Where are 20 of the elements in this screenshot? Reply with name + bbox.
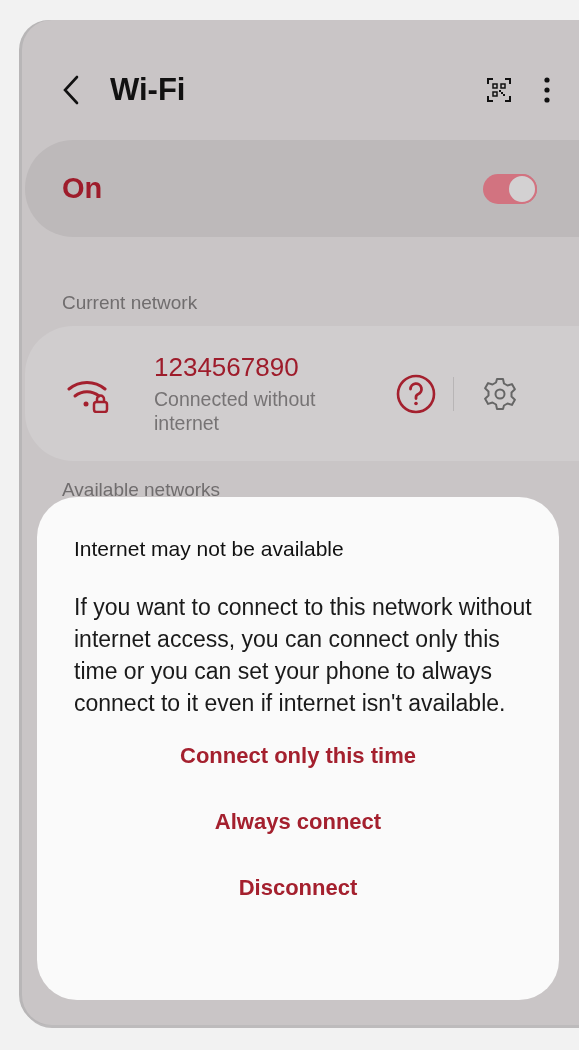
- section-heading: Current network: [61, 291, 199, 315]
- dialog-action-button[interactable]: Connect only this time: [170, 737, 426, 775]
- network-name: 1234567890: [154, 352, 300, 383]
- back-icon[interactable]: [62, 75, 80, 105]
- network-card[interactable]: 1234567890 Connected without internet: [25, 326, 579, 461]
- page-title: Wi-Fi: [110, 72, 187, 108]
- help-icon[interactable]: [396, 373, 436, 414]
- qr-code-icon[interactable]: [486, 77, 512, 103]
- settings-icon[interactable]: [482, 375, 518, 412]
- more-options-icon[interactable]: [543, 77, 551, 103]
- wifi-toggle[interactable]: [483, 173, 537, 204]
- dialog-title: Internet may not be available: [74, 537, 345, 561]
- switch-label: On: [62, 172, 104, 205]
- network-status: Connected without internet: [154, 387, 317, 435]
- dialog-message: If you want to connect to this network without internet access, you can connect only this time or you can set your phone to always connect to it even if internet isn't available.: [74, 593, 533, 718]
- wifi-switch-bar[interactable]: On: [25, 140, 579, 237]
- dialog-action-button[interactable]: Disconnect: [228, 869, 368, 907]
- section-heading: Available networks: [61, 478, 222, 502]
- wifi-lock-icon: [67, 378, 111, 413]
- dialog-action-button[interactable]: Always connect: [204, 803, 392, 841]
